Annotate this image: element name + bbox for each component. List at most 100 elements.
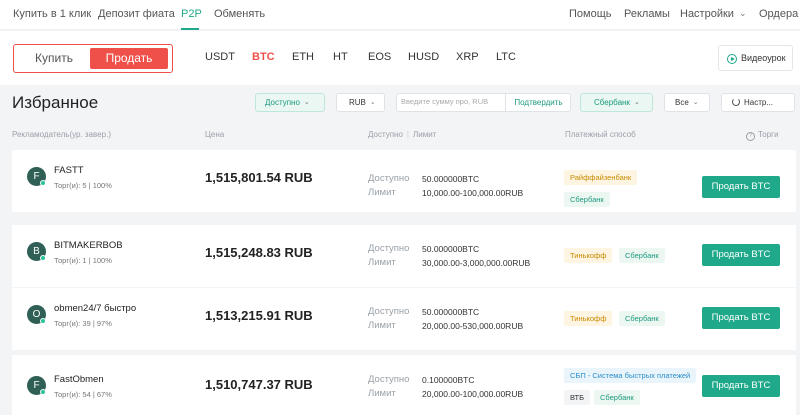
- chevron-down-icon: ⌄: [369, 99, 376, 106]
- refresh-settings-button[interactable]: Настр...: [721, 93, 795, 112]
- sell-tab[interactable]: Продать: [90, 48, 168, 69]
- nav-ads[interactable]: Рекламы: [624, 8, 670, 20]
- chevron-down-icon: ⌄: [738, 8, 747, 18]
- nav-settings[interactable]: Настройки ⌄: [680, 8, 746, 20]
- refresh-icon: [732, 98, 740, 106]
- limit-value: 20,000.00-530,000.00RUB: [422, 321, 524, 331]
- advertiser-stats: Торг(и): 39 | 97%: [54, 319, 112, 328]
- column-trade: ? Торги: [746, 130, 779, 141]
- nav-help[interactable]: Помощь: [569, 8, 612, 20]
- limit-value: 30,000.00-3,000,000.00RUB: [422, 258, 531, 268]
- limit-value: 20,000.00-100,000.00RUB: [422, 389, 524, 399]
- coin-eth[interactable]: ETH: [292, 51, 314, 63]
- payment-method-badge: ВТБ: [564, 390, 591, 405]
- payment-method-badge: Тинькофф: [564, 311, 613, 326]
- confirm-amount-button[interactable]: Подтвердить: [505, 93, 571, 112]
- advertiser-name[interactable]: FASTT: [54, 165, 84, 176]
- column-trade-label: Торги: [758, 130, 779, 139]
- payment-method-badge: Сбербанк: [619, 311, 665, 326]
- available-label: Доступно: [368, 243, 410, 254]
- nav-orders[interactable]: Ордера: [759, 8, 798, 20]
- advertiser-stats: Торг(и): 1 | 100%: [54, 256, 112, 265]
- availability-filter-label: Доступно: [265, 98, 300, 107]
- coin-usdt[interactable]: USDT: [205, 51, 235, 63]
- limit-label: Лимит: [368, 187, 396, 198]
- available-value: 50.000000BTC: [422, 244, 480, 254]
- column-available-limit: Доступно | Лимит: [368, 130, 436, 139]
- chevron-down-icon: ⌄: [633, 99, 640, 106]
- advertiser-name[interactable]: BITMAKERBOB: [54, 240, 123, 251]
- ad-price: 1,515,248.83 RUB: [205, 245, 313, 260]
- coin-ltc[interactable]: LTC: [496, 51, 516, 63]
- available-value: 50.000000BTC: [422, 307, 480, 317]
- nav-exchange[interactable]: Обменять: [214, 8, 265, 20]
- ad-row: F FASTT Торг(и): 5 | 100% 1,515,801.54 R…: [12, 150, 796, 212]
- advertiser-name[interactable]: FastObmen: [54, 374, 104, 385]
- limit-value: 10,000.00-100,000.00RUB: [422, 188, 524, 198]
- coin-ht[interactable]: HT: [333, 51, 348, 63]
- coin-xrp[interactable]: XRP: [456, 51, 479, 63]
- sell-btc-button[interactable]: Продать BTC: [702, 375, 780, 397]
- refresh-settings-label: Настр...: [744, 98, 774, 107]
- coin-husd[interactable]: HUSD: [408, 51, 439, 63]
- payment-method-badge: Сбербанк: [619, 248, 665, 263]
- video-lesson-label: Видеоурок: [741, 53, 786, 63]
- nav-p2p[interactable]: P2P: [181, 8, 202, 20]
- ad-row: O obmen24/7 быстро Торг(и): 39 | 97% 1,5…: [12, 288, 796, 350]
- column-divider: |: [406, 130, 409, 139]
- nav-fiat-deposit[interactable]: Депозит фиата: [98, 8, 175, 20]
- available-value: 50.000000BTC: [422, 174, 480, 184]
- video-lesson-button[interactable]: Видеоурок: [718, 45, 793, 71]
- ad-price: 1,510,747.37 RUB: [205, 377, 313, 392]
- ad-price: 1,515,801.54 RUB: [205, 170, 313, 185]
- advertiser-stats: Торг(и): 54 | 67%: [54, 390, 112, 399]
- available-value: 0.100000BTC: [422, 375, 475, 385]
- payment-method-badge: Сбербанк: [564, 192, 610, 207]
- region-select[interactable]: Все ⌄: [664, 93, 710, 112]
- sell-btc-button[interactable]: Продать BTC: [702, 307, 780, 329]
- payment-method-filter-label: Сбербанк: [594, 98, 630, 107]
- available-label: Доступно: [368, 374, 410, 385]
- currency-select[interactable]: RUB ⌄: [336, 93, 385, 112]
- online-status-dot: [40, 318, 46, 324]
- buy-tab[interactable]: Купить: [18, 48, 90, 69]
- limit-label: Лимит: [368, 257, 396, 268]
- column-advertiser: Рекламодатель(ур. завер.): [12, 130, 111, 139]
- chevron-down-icon: ⌄: [692, 99, 699, 106]
- coin-btc[interactable]: BTC: [252, 51, 275, 63]
- page-title: Избранное: [12, 93, 99, 112]
- currency-select-label: RUB: [349, 98, 366, 107]
- buy-sell-toggle: Купить Продать: [13, 44, 173, 73]
- play-circle-icon: [727, 54, 737, 64]
- nav-settings-label: Настройки: [680, 8, 734, 20]
- payment-method-filter[interactable]: Сбербанк ⌄: [580, 93, 653, 112]
- limit-label: Лимит: [368, 388, 396, 399]
- nav-buy-one-click[interactable]: Купить в 1 клик: [13, 8, 91, 20]
- limit-label: Лимит: [368, 320, 396, 331]
- region-select-label: Все: [675, 98, 689, 107]
- sell-btc-button[interactable]: Продать BTC: [702, 244, 780, 266]
- nav-active-indicator: [181, 28, 199, 30]
- column-price: Цена: [205, 130, 225, 139]
- online-status-dot: [40, 255, 46, 261]
- advertiser-name[interactable]: obmen24/7 быстро: [54, 303, 136, 314]
- ad-row: F FastObmen Торг(и): 54 | 67% 1,510,747.…: [12, 355, 796, 415]
- payment-method-badge: Райффайзенбанк: [564, 170, 638, 185]
- column-payment: Платежный способ: [565, 130, 636, 139]
- top-navigation: Купить в 1 клик Депозит фиата P2P Обменя…: [0, 0, 800, 30]
- online-status-dot: [40, 389, 46, 395]
- advertiser-stats: Торг(и): 5 | 100%: [54, 181, 112, 190]
- coin-eos[interactable]: EOS: [368, 51, 391, 63]
- available-label: Доступно: [368, 306, 410, 317]
- question-icon: ?: [746, 132, 755, 141]
- payment-method-badge: Тинькофф: [564, 248, 613, 263]
- sell-btc-button[interactable]: Продать BTC: [702, 176, 780, 198]
- available-label: Доступно: [368, 173, 410, 184]
- ad-price: 1,513,215.91 RUB: [205, 308, 313, 323]
- trade-bar: Купить Продать USDT BTC ETH HT EOS HUSD …: [0, 31, 800, 85]
- payment-method-badge: СБП - Система быстрых платежей: [564, 368, 697, 383]
- payment-method-badge: Сбербанк: [594, 390, 640, 405]
- amount-filter: Введите сумму про, RUB Подтвердить: [396, 93, 571, 112]
- availability-filter[interactable]: Доступно ⌄: [255, 93, 325, 112]
- amount-input[interactable]: Введите сумму про, RUB: [401, 97, 501, 106]
